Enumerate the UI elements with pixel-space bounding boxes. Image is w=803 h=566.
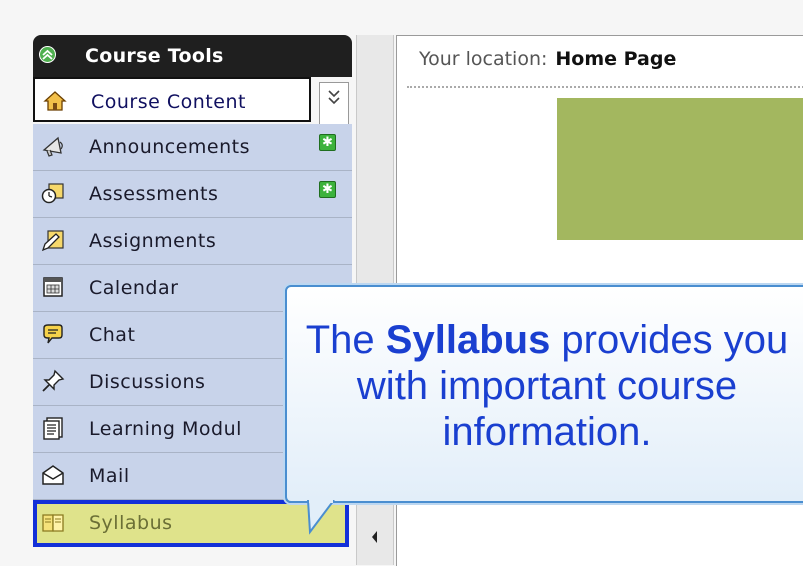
callout-text: The Syllabus provides you with important… [287, 317, 803, 455]
chevron-down-icon [328, 90, 340, 105]
breadcrumb-current[interactable]: Home Page [555, 48, 676, 70]
expand-menu-button[interactable] [319, 82, 349, 126]
tooltip-callout: The Syllabus provides you with important… [285, 285, 803, 503]
tool-item-label: Chat [89, 324, 136, 346]
new-item-icon: ✱ [319, 181, 336, 198]
tool-item-label: Learning Modul [89, 418, 242, 440]
pencil-paper-icon [41, 230, 64, 252]
calendar-icon [43, 277, 63, 297]
envelope-icon [42, 465, 64, 485]
banner-image [557, 98, 803, 240]
tool-item-announcements[interactable]: Announcements ✱ [33, 124, 352, 171]
speech-bubble-icon [43, 324, 63, 344]
tool-item-course-content[interactable]: Course Content [33, 77, 311, 122]
tool-item-label: Announcements [89, 136, 251, 158]
home-icon [43, 91, 67, 111]
tool-item-label: Course Content [91, 91, 246, 113]
collapse-up-icon[interactable] [39, 46, 56, 63]
collapse-left-icon[interactable] [369, 527, 379, 547]
tool-item-label: Assessments [89, 183, 219, 205]
tool-item-assessments[interactable]: Assessments ✱ [33, 171, 352, 218]
book-icon [42, 514, 64, 532]
document-icon [43, 417, 63, 440]
course-tools-title: Course Tools [85, 45, 224, 67]
tool-item-label: Mail [89, 465, 130, 487]
divider [407, 86, 803, 88]
pushpin-icon [42, 369, 65, 392]
stopwatch-icon [41, 183, 64, 204]
tool-item-label: Discussions [89, 371, 206, 393]
tool-item-label: Assignments [89, 230, 217, 252]
callout-text-pre: The [305, 318, 386, 362]
megaphone-icon [42, 136, 63, 157]
new-item-icon: ✱ [319, 134, 336, 151]
callout-pointer [307, 500, 335, 535]
tool-item-label: Syllabus [89, 512, 173, 534]
callout-highlight: Syllabus [385, 318, 551, 362]
tool-item-label: Calendar [89, 277, 179, 299]
breadcrumb: Your location: Home Page [419, 48, 676, 70]
tool-item-assignments[interactable]: Assignments [33, 218, 352, 265]
course-tools-header: Course Tools [33, 35, 352, 77]
breadcrumb-prefix: Your location: [419, 48, 548, 70]
